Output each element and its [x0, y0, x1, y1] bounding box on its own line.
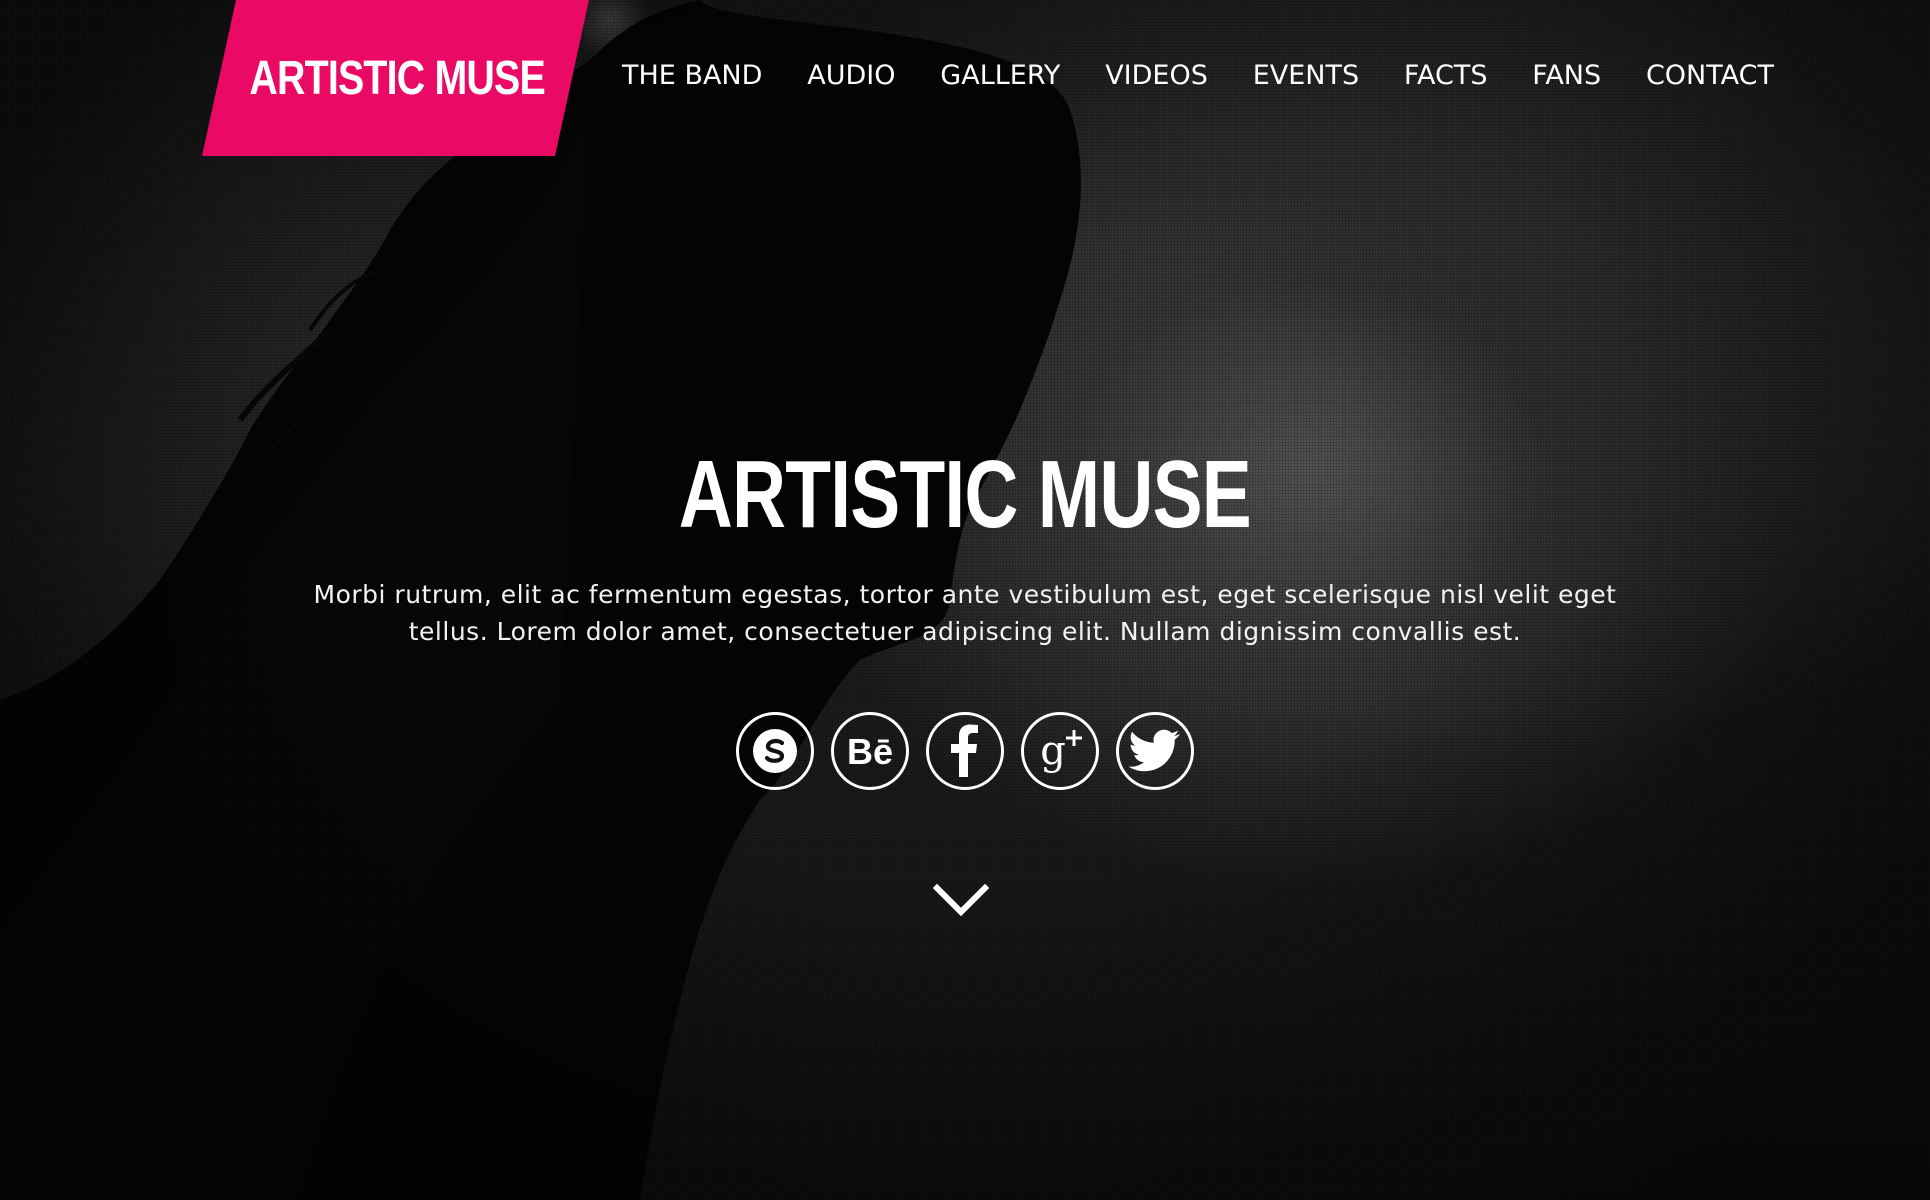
twitter-button[interactable]: [1116, 712, 1194, 790]
chevron-down-icon: [932, 883, 990, 917]
scroll-down-button[interactable]: [932, 880, 1003, 930]
google-plus-button[interactable]: g: [1021, 712, 1099, 790]
skype-button[interactable]: [736, 712, 814, 790]
main-nav: THE BAND AUDIO GALLERY VIDEOS EVENTS FAC…: [608, 52, 1788, 100]
behance-icon: Bē: [847, 731, 893, 771]
nav-item-the-band[interactable]: THE BAND: [608, 52, 776, 100]
nav-item-fans[interactable]: FANS: [1518, 52, 1615, 100]
nav-item-gallery[interactable]: GALLERY: [926, 52, 1074, 100]
nav-item-contact[interactable]: CONTACT: [1632, 52, 1788, 100]
facebook-icon: [951, 724, 978, 777]
hero-title: ARTISTIC MUSE: [678, 441, 1252, 548]
svg-text:g: g: [1040, 728, 1066, 774]
nav-item-audio[interactable]: AUDIO: [793, 52, 909, 100]
site-logo[interactable]: ARTISTIC MUSE: [202, 0, 589, 156]
hero-description: Morbi rutrum, elit ac fermentum egestas,…: [313, 580, 1617, 646]
google-plus-icon: g: [1040, 728, 1082, 774]
behance-button[interactable]: Bē: [831, 712, 909, 790]
hero-content: ARTISTIC MUSE Morbi rutrum, elit ac ferm…: [0, 440, 1930, 790]
twitter-icon: [1128, 729, 1180, 772]
nav-item-events[interactable]: EVENTS: [1239, 52, 1373, 100]
svg-text:Bē: Bē: [847, 731, 893, 771]
logo-text: ARTISTIC MUSE: [249, 51, 546, 105]
nav-item-facts[interactable]: FACTS: [1390, 52, 1502, 100]
social-links: Bē g: [0, 712, 1930, 790]
nav-item-videos[interactable]: VIDEOS: [1091, 52, 1222, 100]
skype-icon: [753, 729, 797, 773]
facebook-button[interactable]: [926, 712, 1004, 790]
